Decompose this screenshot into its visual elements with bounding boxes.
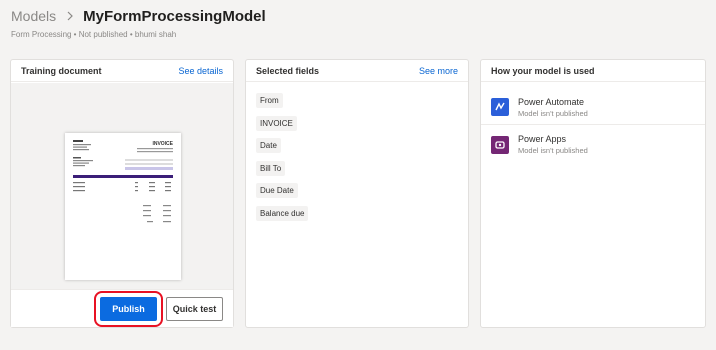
field-tag: Due Date <box>256 183 298 199</box>
quick-test-button[interactable]: Quick test <box>166 297 223 321</box>
usage-item-name: Power Automate <box>518 96 585 107</box>
publish-button[interactable]: Publish <box>94 291 163 327</box>
usage-item-status: Model isn't published <box>518 146 588 155</box>
breadcrumb: Models MyFormProcessingModel <box>11 6 266 26</box>
model-subtitle: Form Processing • Not published • bhumi … <box>11 30 177 39</box>
usage-item-power-apps[interactable]: Power Apps Model isn't published <box>481 124 705 164</box>
power-apps-icon <box>491 135 509 154</box>
see-details-link[interactable]: See details <box>178 66 223 76</box>
see-more-link[interactable]: See more <box>419 66 458 76</box>
model-usage-card: How your model is used Power Automate Mo… <box>480 59 706 328</box>
document-preview-area: INVOICE <box>11 83 233 290</box>
field-tag: Balance due <box>256 205 309 221</box>
field-tag: From <box>256 93 283 108</box>
field-tag: Date <box>256 138 281 154</box>
page-header: Models MyFormProcessingModel Form Proces… <box>11 6 266 40</box>
field-tag: INVOICE <box>256 115 297 131</box>
usage-card-header: How your model is used <box>481 60 705 82</box>
usage-list: Power Automate Model isn't published Pow… <box>481 82 705 164</box>
training-card-footer: Publish Quick test <box>11 289 233 327</box>
fields-card-header: Selected fields See more <box>246 60 468 82</box>
page-title: MyFormProcessingModel <box>83 7 266 25</box>
chevron-right-icon <box>67 11 73 21</box>
fields-card-title: Selected fields <box>256 65 320 76</box>
training-card-title: Training document <box>21 65 102 76</box>
breadcrumb-models-link[interactable]: Models <box>11 8 56 24</box>
training-card-header: Training document See details <box>11 60 233 82</box>
thumbnail-heading: INVOICE <box>152 141 173 147</box>
field-list: From INVOICE Date Bill To Due Date Balan… <box>246 82 468 234</box>
invoice-preview-image: INVOICE <box>73 140 174 223</box>
usage-card-title: How your model is used <box>491 65 595 76</box>
usage-item-name: Power Apps <box>518 134 567 144</box>
selected-fields-card: Selected fields See more From INVOICE Da… <box>245 59 469 328</box>
training-document-card: Training document See details INVOICE Pu… <box>10 59 234 328</box>
usage-item-power-automate[interactable]: Power Automate Model isn't published <box>481 90 705 124</box>
document-thumbnail[interactable]: INVOICE <box>65 133 181 280</box>
field-tag: Bill To <box>256 160 286 176</box>
power-automate-icon <box>491 98 509 116</box>
usage-item-status: Model isn't published <box>518 108 588 118</box>
